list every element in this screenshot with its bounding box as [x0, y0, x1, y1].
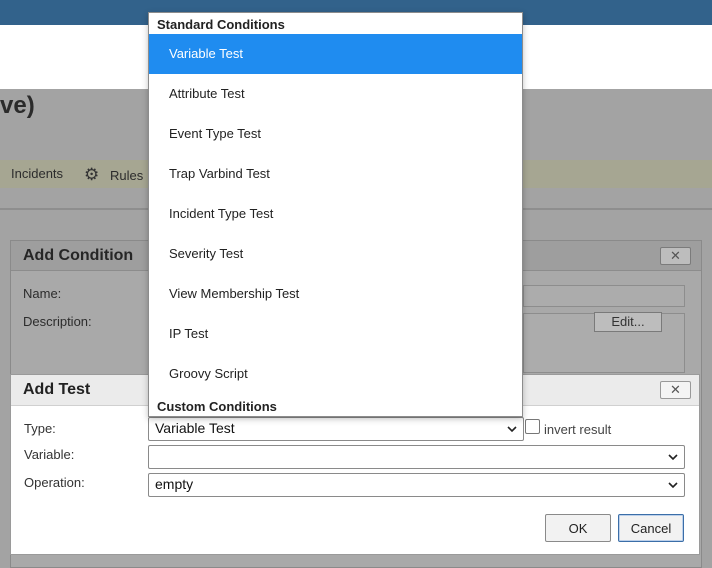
option-ip-test[interactable]: IP Test	[149, 314, 522, 354]
chevron-down-icon	[507, 426, 517, 433]
option-severity-test[interactable]: Severity Test	[149, 234, 522, 274]
close-icon: ✕	[670, 248, 681, 263]
operation-label: Operation:	[24, 475, 85, 490]
option-variable-test[interactable]: Variable Test	[149, 34, 522, 74]
option-view-membership-test[interactable]: View Membership Test	[149, 274, 522, 314]
chevron-down-icon	[668, 482, 678, 489]
option-groovy-script[interactable]: Groovy Script	[149, 354, 522, 394]
chevron-down-icon	[668, 454, 678, 461]
edit-button[interactable]: Edit...	[594, 312, 662, 332]
name-label: Name:	[23, 286, 62, 301]
operation-select-value: empty	[155, 476, 194, 492]
add-test-close-button[interactable]: ✕	[660, 381, 691, 399]
type-select[interactable]: Variable Test	[148, 417, 524, 441]
close-icon: ✕	[670, 382, 681, 397]
option-trap-varbind-test[interactable]: Trap Varbind Test	[149, 154, 522, 194]
add-test-title: Add Test	[23, 381, 91, 398]
add-condition-title: Add Condition	[23, 247, 134, 264]
standard-conditions-group: Standard Conditions	[157, 17, 285, 32]
name-field[interactable]	[523, 285, 685, 307]
operation-select[interactable]: empty	[148, 473, 685, 497]
page-title: ve)	[0, 92, 35, 119]
type-dropdown-list: Standard Conditions Variable Test Attrib…	[148, 12, 523, 417]
add-condition-close-button[interactable]: ✕	[660, 247, 691, 265]
toolbar-incidents-label: Incidents	[11, 166, 64, 181]
option-attribute-test[interactable]: Attribute Test	[149, 74, 522, 114]
toolbar-rules-label: Rules	[110, 167, 144, 183]
option-incident-type-test[interactable]: Incident Type Test	[149, 194, 522, 234]
cancel-button[interactable]: Cancel	[618, 514, 684, 542]
custom-conditions-group: Custom Conditions	[157, 399, 277, 414]
gears-icon: ⚙	[84, 165, 100, 184]
type-select-value: Variable Test	[155, 420, 235, 436]
variable-select[interactable]	[148, 445, 685, 469]
toolbar-incidents[interactable]: Incidents	[0, 166, 63, 181]
invert-result-checkbox[interactable]	[525, 419, 540, 434]
variable-label: Variable:	[24, 447, 75, 462]
invert-result-label: invert result	[544, 422, 612, 437]
description-label: Description:	[23, 314, 92, 329]
option-event-type-test[interactable]: Event Type Test	[149, 114, 522, 154]
type-label: Type:	[24, 421, 56, 436]
ok-button[interactable]: OK	[545, 514, 611, 542]
toolbar-rules[interactable]: ⚙ Rules	[84, 166, 143, 184]
